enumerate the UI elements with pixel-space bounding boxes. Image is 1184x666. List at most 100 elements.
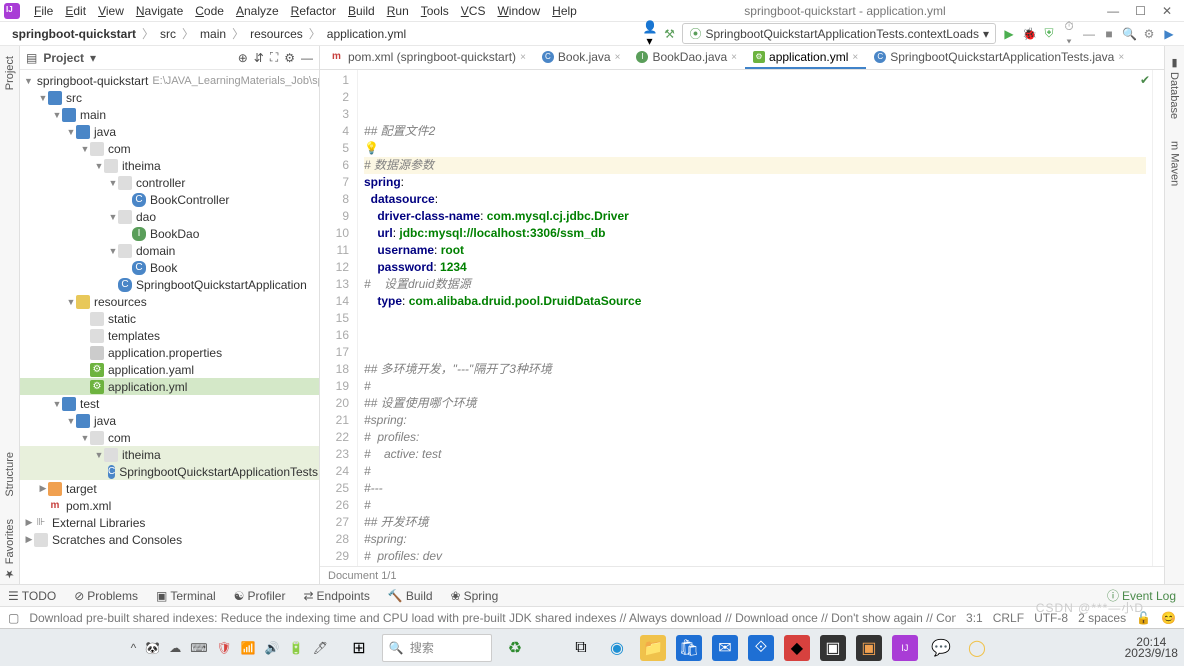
tree-node[interactable]: ▼springboot-quickstartE:\JAVA_LearningMa… <box>20 72 319 89</box>
breadcrumb-item[interactable]: main <box>196 26 230 42</box>
run-config-selector[interactable]: ⦿ SpringbootQuickstartApplicationTests.c… <box>682 23 996 44</box>
learn-icon[interactable]: ▶ <box>1162 27 1176 41</box>
menu-build[interactable]: Build <box>342 2 381 20</box>
expand-all-icon[interactable]: ⇵ <box>254 51 264 65</box>
tree-node[interactable]: ▼test <box>20 395 319 412</box>
intellij-taskbar-icon[interactable]: IJ <box>892 635 918 661</box>
build-tab[interactable]: 🔨 Build <box>388 589 433 603</box>
menu-view[interactable]: View <box>92 2 130 20</box>
editor-tab[interactable]: mpom.xml (springboot-quickstart)× <box>324 47 534 69</box>
problems-tab[interactable]: ⊘ Problems <box>74 589 138 603</box>
menu-help[interactable]: Help <box>546 2 583 20</box>
menu-run[interactable]: Run <box>381 2 415 20</box>
caret-position[interactable]: 3:1 <box>966 611 983 625</box>
database-tool-tab[interactable]: ▮ Database <box>1167 52 1182 123</box>
endpoints-tab[interactable]: ⇄ Endpoints <box>303 589 369 603</box>
favorites-tool-tab[interactable]: ★ Favorites <box>2 515 17 584</box>
taskview-icon[interactable]: ⧉ <box>568 635 594 661</box>
select-opened-icon[interactable]: ⊕ <box>238 51 248 65</box>
close-icon[interactable]: ✕ <box>1162 4 1172 18</box>
app1-icon[interactable]: ◆ <box>784 635 810 661</box>
tree-node[interactable]: templates <box>20 327 319 344</box>
spring-tab[interactable]: ❀ Spring <box>451 589 499 603</box>
store-icon[interactable]: 🛍 <box>676 635 702 661</box>
breadcrumb-item[interactable]: src <box>156 26 180 42</box>
tree-node[interactable]: ▼java <box>20 123 319 140</box>
tree-node[interactable]: SpringbootQuickstartApplication <box>20 276 319 293</box>
menu-analyze[interactable]: Analyze <box>230 2 285 20</box>
tree-node[interactable]: static <box>20 310 319 327</box>
explorer-icon[interactable]: 📁 <box>640 635 666 661</box>
dash-icon[interactable]: — <box>1082 27 1096 41</box>
tree-node[interactable]: application.properties <box>20 344 319 361</box>
breadcrumb-item[interactable]: application.yml <box>323 26 410 42</box>
settings-gear-icon[interactable]: ⚙ <box>284 51 295 65</box>
stop-icon[interactable]: ■ <box>1102 27 1116 41</box>
terminal-tab[interactable]: ▣ Terminal <box>156 589 216 603</box>
structure-tool-tab[interactable]: Structure <box>3 448 17 501</box>
tree-node[interactable]: ▶target <box>20 480 319 497</box>
tree-node[interactable]: BookDao <box>20 225 319 242</box>
user-icon[interactable]: 👤▾ <box>642 20 656 48</box>
profiler-run-icon[interactable]: ⏱▾ <box>1062 19 1076 49</box>
line-gutter[interactable]: 1234567891011121314151617181920212223242… <box>320 70 358 566</box>
edge-icon[interactable]: ◉ <box>604 635 630 661</box>
app4-icon[interactable]: ◯ <box>964 635 990 661</box>
breadcrumb-item[interactable]: resources <box>246 26 307 42</box>
tree-node[interactable]: SpringbootQuickstartApplicationTests <box>20 463 319 480</box>
tree-node[interactable]: ▼java <box>20 412 319 429</box>
tree-node[interactable]: ▼dao <box>20 208 319 225</box>
debug-icon[interactable]: 🐞 <box>1022 27 1036 41</box>
menu-refactor[interactable]: Refactor <box>285 2 342 20</box>
editor-tab[interactable]: application.yml× <box>745 47 866 69</box>
ai-icon[interactable]: 😊 <box>1161 611 1176 625</box>
tree-node[interactable]: application.yml <box>20 378 319 395</box>
tree-node[interactable]: mpom.xml <box>20 497 319 514</box>
mail-icon[interactable]: ✉ <box>712 635 738 661</box>
tree-node[interactable]: ▼controller <box>20 174 319 191</box>
app3-icon[interactable]: ▣ <box>856 635 882 661</box>
collapse-all-icon[interactable]: ⛶ <box>270 50 278 65</box>
build-hammer-icon[interactable]: ⚒ <box>662 27 676 41</box>
gear-icon[interactable]: ⚙ <box>1142 27 1156 41</box>
menu-code[interactable]: Code <box>189 2 230 20</box>
menu-window[interactable]: Window <box>491 2 546 20</box>
status-message[interactable]: Download pre-built shared indexes: Reduc… <box>29 611 956 625</box>
menu-navigate[interactable]: Navigate <box>130 2 189 20</box>
minimize-icon[interactable]: — <box>1107 4 1119 18</box>
editor-tab[interactable]: SpringbootQuickstartApplicationTests.jav… <box>866 47 1132 69</box>
menu-tools[interactable]: Tools <box>415 2 455 20</box>
breadcrumb-item[interactable]: springboot-quickstart <box>8 26 140 42</box>
app2-icon[interactable]: ▣ <box>820 635 846 661</box>
hide-panel-icon[interactable]: — <box>301 51 313 65</box>
editor-tab[interactable]: Book.java× <box>534 47 629 69</box>
project-view-selector[interactable]: Project <box>43 51 84 65</box>
line-separator[interactable]: CRLF <box>993 611 1024 625</box>
tree-node[interactable]: ▼src <box>20 89 319 106</box>
tree-node[interactable]: ▶Scratches and Consoles <box>20 531 319 548</box>
tree-node[interactable]: ▶⊪External Libraries <box>20 514 319 531</box>
profiler-tab[interactable]: ☯ Profiler <box>234 589 286 603</box>
maximize-icon[interactable]: ☐ <box>1135 4 1146 18</box>
inspection-ok-icon[interactable]: ✔ <box>1140 72 1150 89</box>
code-editor[interactable]: ✔ ## 配置文件2💡# 数据源参数spring: datasource: dr… <box>358 70 1152 566</box>
tree-node[interactable]: ▼com <box>20 140 319 157</box>
maven-tool-tab[interactable]: m Maven <box>1168 137 1182 190</box>
menu-file[interactable]: File <box>28 2 59 20</box>
taskbar-search[interactable]: 🔍 搜索 <box>382 634 492 662</box>
tree-node[interactable]: ▼itheima <box>20 157 319 174</box>
menu-vcs[interactable]: VCS <box>455 2 492 20</box>
project-tree[interactable]: ▼springboot-quickstartE:\JAVA_LearningMa… <box>20 70 319 584</box>
editor-tab[interactable]: BookDao.java× <box>628 47 745 69</box>
run-icon[interactable]: ▶ <box>1002 27 1016 41</box>
recycle-icon[interactable]: ♻ <box>502 635 528 661</box>
tree-node[interactable]: ▼com <box>20 429 319 446</box>
system-tray[interactable]: ^🐼☁⌨🛡📶🔊🔋🖊 <box>131 641 328 655</box>
todo-tab[interactable]: ☰ TODO <box>8 589 56 603</box>
tree-node[interactable]: ▼resources <box>20 293 319 310</box>
tree-node[interactable]: ▼main <box>20 106 319 123</box>
tree-node[interactable]: ▼itheima <box>20 446 319 463</box>
vscode-icon[interactable]: ⟐ <box>748 635 774 661</box>
search-icon[interactable]: 🔍 <box>1122 27 1136 41</box>
tree-node[interactable]: ▼domain <box>20 242 319 259</box>
